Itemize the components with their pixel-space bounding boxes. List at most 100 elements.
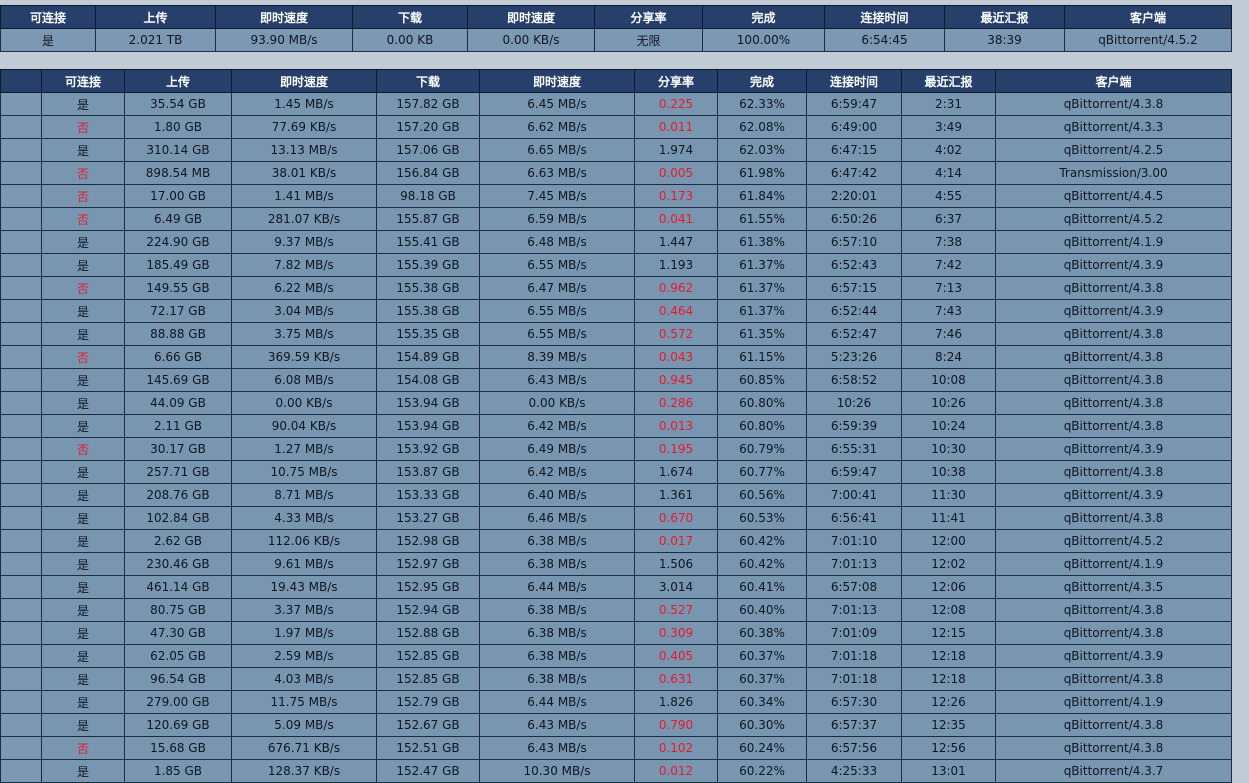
peers-header-row: 可连接 上传 即时速度 下载 即时速度 分享率 完成 连接时间 最近汇报 客户端 <box>0 69 1232 93</box>
peer-completed: 60.56% <box>717 483 807 507</box>
col-header-completed[interactable]: 完成 <box>717 69 807 93</box>
peer-client: qBittorrent/4.3.8 <box>995 322 1232 346</box>
table-row: 否 149.55 GB 6.22 MB/s 155.38 GB 6.47 MB/s 0.9… <box>0 276 1232 300</box>
peer-ratio: 1.674 <box>634 460 718 484</box>
peer-last-report: 12:02 <box>901 552 996 576</box>
row-spacer <box>0 276 42 300</box>
col-header-download[interactable]: 下载 <box>352 5 468 29</box>
col-header-connectable[interactable]: 可连接 <box>0 5 96 29</box>
peer-ratio: 0.790 <box>634 713 718 737</box>
row-spacer <box>0 506 42 530</box>
peer-upload-speed: 19.43 MB/s <box>231 575 377 599</box>
col-header-last-report[interactable]: 最近汇报 <box>901 69 996 93</box>
table-row: 是 185.49 GB 7.82 MB/s 155.39 GB 6.55 MB/s 1.1… <box>0 253 1232 277</box>
peer-download-speed: 6.62 MB/s <box>479 115 635 139</box>
peer-last-report: 10:38 <box>901 460 996 484</box>
peer-ratio: 0.286 <box>634 391 718 415</box>
peer-connect-time: 6:59:47 <box>806 92 902 116</box>
peer-upload-speed: 1.27 MB/s <box>231 437 377 461</box>
peer-connectable: 是 <box>41 575 125 599</box>
peer-upload: 145.69 GB <box>124 368 232 392</box>
peer-ratio: 0.043 <box>634 345 718 369</box>
summary-upload: 2.021 TB <box>95 28 216 52</box>
peer-download-speed: 6.38 MB/s <box>479 621 635 645</box>
peer-download: 153.94 GB <box>376 391 480 415</box>
peer-download: 155.87 GB <box>376 207 480 231</box>
peer-upload-speed: 5.09 MB/s <box>231 713 377 737</box>
col-header-upload[interactable]: 上传 <box>95 5 216 29</box>
peer-last-report: 11:41 <box>901 506 996 530</box>
summary-download-speed: 0.00 KB/s <box>467 28 595 52</box>
col-header-upload-speed[interactable]: 即时速度 <box>215 5 353 29</box>
peer-ratio: 1.447 <box>634 230 718 254</box>
peer-completed: 60.53% <box>717 506 807 530</box>
peer-upload: 35.54 GB <box>124 92 232 116</box>
peer-connectable: 是 <box>41 414 125 438</box>
peer-download-speed: 6.55 MB/s <box>479 322 635 346</box>
peer-upload-speed: 0.00 KB/s <box>231 391 377 415</box>
peer-connectable: 否 <box>41 345 125 369</box>
col-header-upload-speed[interactable]: 即时速度 <box>231 69 377 93</box>
peer-last-report: 10:08 <box>901 368 996 392</box>
peer-completed: 60.38% <box>717 621 807 645</box>
peer-connectable: 是 <box>41 759 125 783</box>
peer-upload-speed: 8.71 MB/s <box>231 483 377 507</box>
col-header-download-speed[interactable]: 即时速度 <box>479 69 635 93</box>
peer-connectable: 是 <box>41 483 125 507</box>
row-spacer <box>0 690 42 714</box>
row-spacer <box>0 184 42 208</box>
col-header-last-report[interactable]: 最近汇报 <box>944 5 1065 29</box>
peer-download-speed: 6.45 MB/s <box>479 92 635 116</box>
peer-last-report: 4:55 <box>901 184 996 208</box>
col-header-ratio[interactable]: 分享率 <box>634 69 718 93</box>
peer-upload: 120.69 GB <box>124 713 232 737</box>
peer-last-report: 4:02 <box>901 138 996 162</box>
peer-upload-speed: 676.71 KB/s <box>231 736 377 760</box>
peer-client: qBittorrent/4.3.8 <box>995 391 1232 415</box>
peer-connectable: 是 <box>41 230 125 254</box>
row-spacer <box>0 138 42 162</box>
peer-download-speed: 6.63 MB/s <box>479 161 635 185</box>
col-header-connectable[interactable]: 可连接 <box>41 69 125 93</box>
peer-client: qBittorrent/4.3.3 <box>995 115 1232 139</box>
row-spacer <box>0 391 42 415</box>
peer-last-report: 13:01 <box>901 759 996 783</box>
peer-last-report: 12:26 <box>901 690 996 714</box>
peer-upload-speed: 281.07 KB/s <box>231 207 377 231</box>
peer-client: qBittorrent/4.5.2 <box>995 207 1232 231</box>
peer-upload-speed: 369.59 KB/s <box>231 345 377 369</box>
peer-connect-time: 2:20:01 <box>806 184 902 208</box>
table-row: 是 120.69 GB 5.09 MB/s 152.67 GB 6.43 MB/s 0.7… <box>0 713 1232 737</box>
peer-client: qBittorrent/4.3.7 <box>995 759 1232 783</box>
peer-ratio: 1.361 <box>634 483 718 507</box>
col-header-connect-time[interactable]: 连接时间 <box>806 69 902 93</box>
col-header-download[interactable]: 下载 <box>376 69 480 93</box>
peer-last-report: 7:38 <box>901 230 996 254</box>
table-row: 是 102.84 GB 4.33 MB/s 153.27 GB 6.46 MB/s 0.6… <box>0 506 1232 530</box>
table-row: 是 461.14 GB 19.43 MB/s 152.95 GB 6.44 MB/s 3.… <box>0 575 1232 599</box>
col-header-completed[interactable]: 完成 <box>702 5 825 29</box>
peer-connect-time: 6:52:44 <box>806 299 902 323</box>
col-header-client[interactable]: 客户端 <box>1064 5 1232 29</box>
col-header-connect-time[interactable]: 连接时间 <box>824 5 945 29</box>
peer-last-report: 6:37 <box>901 207 996 231</box>
peer-upload-speed: 90.04 KB/s <box>231 414 377 438</box>
peer-last-report: 11:30 <box>901 483 996 507</box>
col-header-ratio[interactable]: 分享率 <box>594 5 703 29</box>
col-header-blank <box>0 69 42 93</box>
row-spacer <box>0 552 42 576</box>
col-header-upload[interactable]: 上传 <box>124 69 232 93</box>
peer-upload: 230.46 GB <box>124 552 232 576</box>
peer-completed: 61.37% <box>717 253 807 277</box>
peer-connect-time: 6:57:56 <box>806 736 902 760</box>
peer-upload: 2.11 GB <box>124 414 232 438</box>
table-row: 是 47.30 GB 1.97 MB/s 152.88 GB 6.38 MB/s 0.30… <box>0 621 1232 645</box>
peer-download-speed: 0.00 KB/s <box>479 391 635 415</box>
col-header-download-speed[interactable]: 即时速度 <box>467 5 595 29</box>
peer-download-speed: 6.49 MB/s <box>479 437 635 461</box>
peer-last-report: 12:56 <box>901 736 996 760</box>
col-header-client[interactable]: 客户端 <box>995 69 1232 93</box>
table-row: 是 310.14 GB 13.13 MB/s 157.06 GB 6.65 MB/s 1.… <box>0 138 1232 162</box>
peer-upload-speed: 10.75 MB/s <box>231 460 377 484</box>
peer-ratio: 1.506 <box>634 552 718 576</box>
